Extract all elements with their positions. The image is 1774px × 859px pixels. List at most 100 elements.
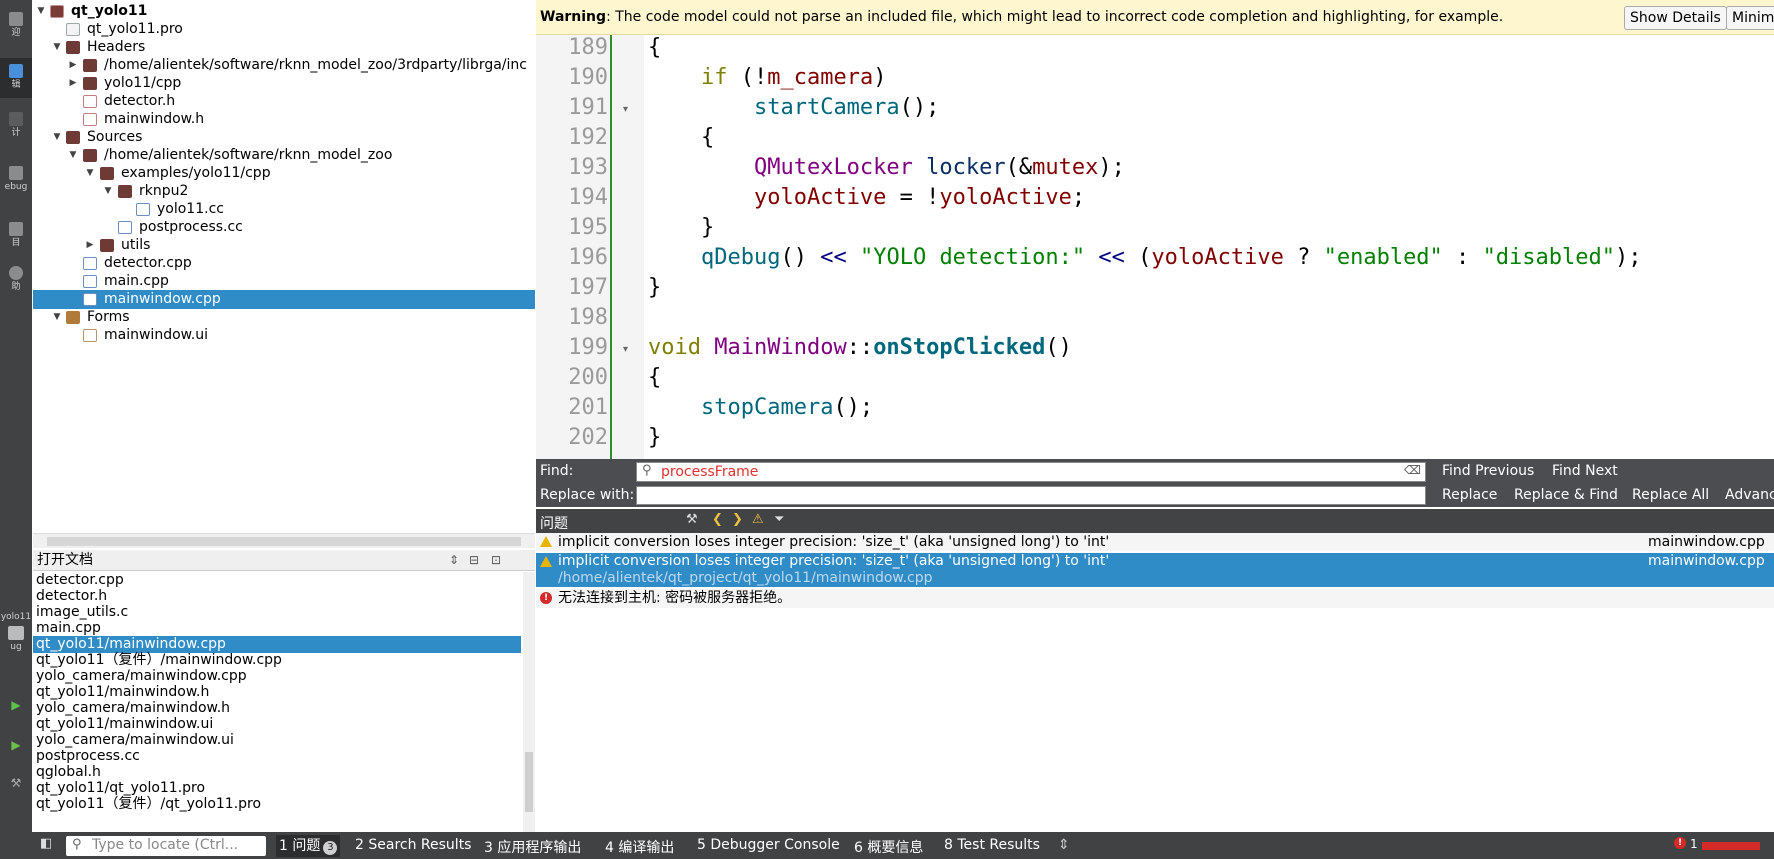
expand-arrow-icon[interactable]: ▼ xyxy=(67,146,79,165)
list-item[interactable]: main.cpp xyxy=(33,620,523,637)
previous-arrow-icon[interactable]: ❮ xyxy=(712,512,723,527)
tab-compile-output[interactable]: 4 编译输出 xyxy=(605,837,674,857)
tree-item-file[interactable]: mainwindow.ui xyxy=(33,326,535,345)
tree-item-file[interactable]: detector.cpp xyxy=(33,254,535,273)
clean-icon[interactable]: ⚒ xyxy=(686,512,698,527)
design-icon xyxy=(9,112,23,126)
list-item[interactable]: image_utils.c xyxy=(33,604,523,621)
filter-icon[interactable]: ⏷ xyxy=(774,512,784,527)
list-item[interactable]: qt_yolo11（复件）/mainwindow.cpp xyxy=(33,652,523,669)
line-number: 194 xyxy=(568,185,608,210)
list-item[interactable]: yolo_camera/mainwindow.h xyxy=(33,700,523,717)
tab-debugger-console[interactable]: 5 Debugger Console xyxy=(697,837,840,853)
tree-item-file[interactable]: main.cpp xyxy=(33,272,535,291)
error-status-icon[interactable]: ! xyxy=(1674,837,1686,849)
replace-all-button[interactable]: Replace All xyxy=(1632,487,1709,503)
fold-marker-icon[interactable]: ▾ xyxy=(623,104,628,115)
tree-item-folder[interactable]: ▶/home/alientek/software/rknn_model_zoo/… xyxy=(33,56,535,75)
tree-item-project[interactable]: ▼ qt_yolo11 xyxy=(33,2,535,21)
mode-projects[interactable]: 目 xyxy=(0,222,32,248)
list-item[interactable]: yolo_camera/mainwindow.cpp xyxy=(33,668,523,685)
kit-selector[interactable]: yolo11 ug xyxy=(0,612,32,652)
list-item[interactable]: detector.h xyxy=(33,588,523,605)
tree-item-folder[interactable]: ▶ utils xyxy=(33,236,535,255)
clear-icon[interactable]: ⌫ xyxy=(1404,463,1421,477)
tree-item-file[interactable]: postprocess.cc xyxy=(33,218,535,237)
sort-updown-icon[interactable]: ⇕ xyxy=(449,550,459,571)
split-view-icon[interactable]: ⊟ xyxy=(469,550,479,571)
mode-help[interactable]: 助 xyxy=(0,266,32,292)
find-next-button[interactable]: Find Next xyxy=(1552,463,1618,479)
tree-item-folder[interactable]: ▼ examples/yolo11/cpp xyxy=(33,164,535,183)
run-icon[interactable]: ▶ xyxy=(0,699,32,711)
tree-item-file-selected[interactable]: mainwindow.cpp xyxy=(33,290,535,309)
code-line: qDebug() << "YOLO detection:" << (yoloAc… xyxy=(700,245,1642,270)
issue-row[interactable]: implicit conversion loses integer precis… xyxy=(536,533,1774,551)
find-previous-button[interactable]: Find Previous xyxy=(1442,463,1534,479)
list-item[interactable]: postprocess.cc xyxy=(33,748,523,765)
mode-design[interactable]: 计 xyxy=(0,112,32,138)
open-documents-scrollbar[interactable] xyxy=(523,572,535,832)
find-input[interactable]: ⚲ processFrame ⌫ xyxy=(636,462,1426,482)
tree-item-file[interactable]: detector.h xyxy=(33,92,535,111)
fold-marker-icon[interactable]: ▾ xyxy=(623,344,628,355)
replace-and-find-button[interactable]: Replace & Find xyxy=(1514,487,1618,503)
issue-row[interactable]: ! 无法连接到主机: 密码被服务器拒绝。 xyxy=(536,589,1774,608)
code-line: yoloActive = !yoloActive; xyxy=(753,185,1086,210)
toggle-sidebar-icon[interactable]: ◧ xyxy=(40,836,52,851)
mode-edit[interactable]: 辑 xyxy=(0,58,32,98)
expand-arrow-icon[interactable]: ▼ xyxy=(51,128,63,147)
expand-arrow-icon[interactable]: ▼ xyxy=(84,164,96,183)
locator-input[interactable]: ⚲ Type to locate (Ctrl... xyxy=(66,836,266,856)
tab-application-output[interactable]: 3 应用程序输出 xyxy=(484,837,581,857)
debug-run-icon[interactable]: ▶ xyxy=(0,739,32,751)
tab-test-results[interactable]: 8 Test Results xyxy=(944,837,1040,853)
collapse-arrow-icon[interactable]: ▶ xyxy=(84,236,96,255)
code-editor[interactable]: 189 190 191 192 193 194 195 196 197 198 … xyxy=(536,35,1774,459)
debug-icon xyxy=(9,166,23,180)
replace-button[interactable]: Replace xyxy=(1442,487,1497,503)
tree-item-file[interactable]: yolo11.cc xyxy=(33,200,535,219)
warning-filter-icon[interactable]: ⚠ xyxy=(752,512,764,527)
close-pane-icon[interactable]: ⊡ xyxy=(491,550,501,571)
tree-item-headers[interactable]: ▼ Headers xyxy=(33,38,535,57)
list-item[interactable]: qt_yolo11/mainwindow.ui xyxy=(33,716,523,733)
expand-arrow-icon[interactable]: ▼ xyxy=(51,38,63,57)
tree-item-pro-file[interactable]: qt_yolo11.pro xyxy=(33,20,535,39)
tab-general-messages[interactable]: 6 概要信息 xyxy=(854,837,923,857)
mode-welcome[interactable]: 迎 xyxy=(0,12,32,38)
list-item[interactable]: qglobal.h xyxy=(33,764,523,781)
tab-issues[interactable]: 1 问题 3 xyxy=(276,835,341,857)
advanced-button[interactable]: Advanc xyxy=(1725,487,1774,503)
tree-item-sources[interactable]: ▼ Sources xyxy=(33,128,535,147)
tree-item-forms[interactable]: ▼ Forms xyxy=(33,308,535,327)
collapse-arrow-icon[interactable]: ▶ xyxy=(67,74,79,93)
tree-item-folder[interactable]: ▶ yolo11/cpp xyxy=(33,74,535,93)
collapse-arrow-icon[interactable]: ▶ xyxy=(67,56,79,75)
tree-horizontal-scrollbar[interactable] xyxy=(33,533,535,548)
replace-input[interactable] xyxy=(636,486,1426,505)
tree-item-file[interactable]: mainwindow.h xyxy=(33,110,535,129)
issue-row-selected[interactable]: implicit conversion loses integer precis… xyxy=(536,553,1774,587)
tree-item-folder[interactable]: ▼ rknpu2 xyxy=(33,182,535,201)
expand-arrow-icon[interactable]: ▼ xyxy=(102,182,114,201)
scrollbar-thumb[interactable] xyxy=(525,752,533,812)
mode-debug[interactable]: ebug xyxy=(0,166,32,192)
next-arrow-icon[interactable]: ❯ xyxy=(732,512,743,527)
list-item[interactable]: detector.cpp xyxy=(33,572,523,589)
scrollbar-thumb[interactable] xyxy=(47,537,521,546)
list-item[interactable]: qt_yolo11/qt_yolo11.pro xyxy=(33,780,523,797)
tree-item-folder[interactable]: ▼/home/alientek/software/rknn_model_zoo xyxy=(33,146,535,165)
minimize-button[interactable]: Minim xyxy=(1726,6,1774,30)
tab-search-results[interactable]: 2 Search Results xyxy=(355,837,471,853)
expand-arrow-icon[interactable]: ▼ xyxy=(35,2,47,21)
list-item[interactable]: qt_yolo11（复件）/qt_yolo11.pro xyxy=(33,796,523,813)
list-item[interactable]: yolo_camera/mainwindow.ui xyxy=(33,732,523,749)
list-item-selected[interactable]: qt_yolo11/mainwindow.cpp xyxy=(33,636,521,653)
expand-arrow-icon[interactable]: ▼ xyxy=(51,308,63,327)
list-item[interactable]: qt_yolo11/mainwindow.h xyxy=(33,684,523,701)
show-details-button[interactable]: Show Details xyxy=(1624,6,1727,30)
more-tabs-icon[interactable]: ⇕ xyxy=(1058,837,1070,853)
build-hammer-icon[interactable]: ⚒ xyxy=(0,777,32,789)
